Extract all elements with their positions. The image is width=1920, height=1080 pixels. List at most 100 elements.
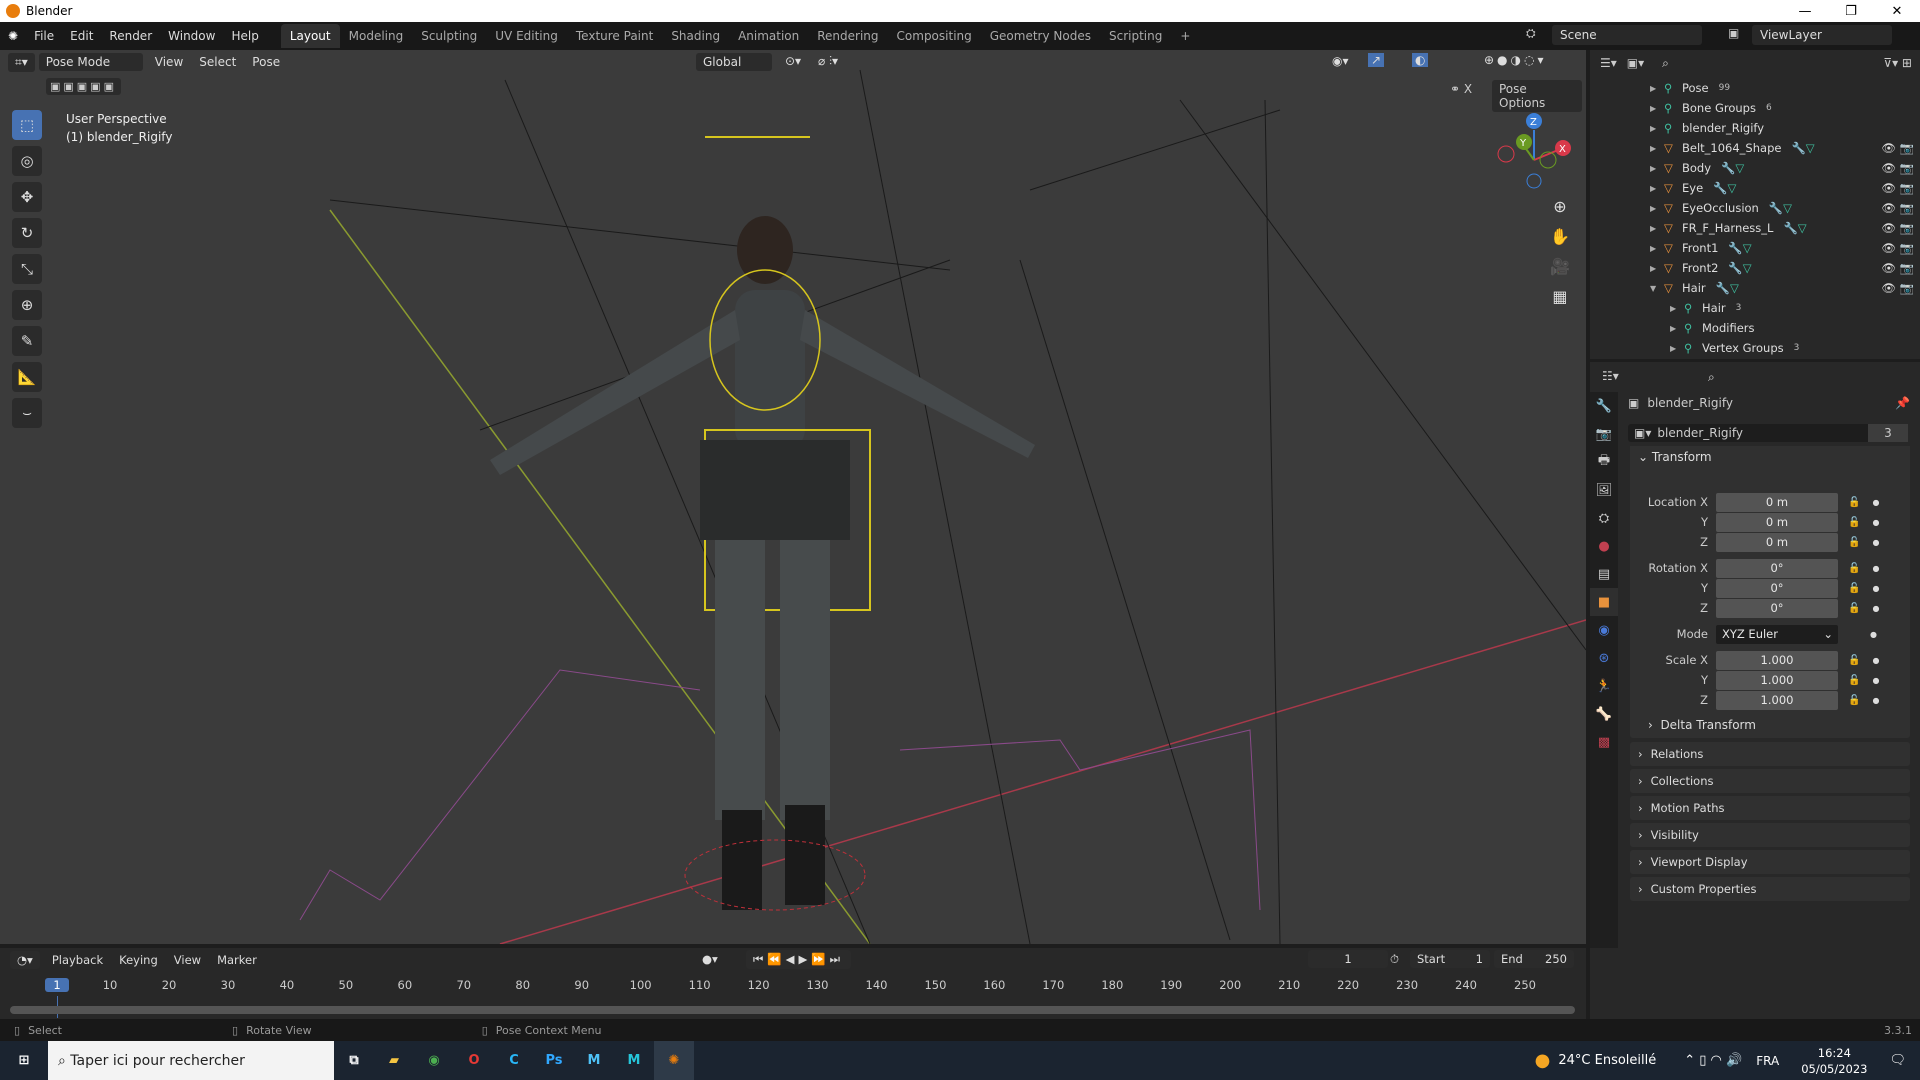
lock-icon[interactable]: 🔓	[1848, 537, 1860, 548]
file-explorer-icon[interactable]: ▰	[374, 1041, 414, 1080]
editor-type-button[interactable]: ⌗▾	[8, 52, 35, 72]
tray-icons[interactable]: ⌃ ▯ ◠ 🔊	[1684, 1053, 1742, 1068]
maximize-button[interactable]: ❐	[1828, 4, 1874, 19]
eye-icon[interactable]: 👁	[1881, 261, 1896, 275]
keyframe-dot[interactable]: ●	[1872, 584, 1879, 593]
scale-y-field[interactable]: 1.000	[1716, 670, 1838, 690]
outliner-item[interactable]: ▶ ⚲ Hair 3	[1650, 298, 1920, 318]
expand-arrow-icon[interactable]: ▶	[1650, 244, 1664, 253]
scale-x-field[interactable]: 1.000	[1716, 650, 1838, 670]
lock-icon[interactable]: 🔓	[1848, 497, 1860, 508]
stopwatch-icon[interactable]: ⏱	[1390, 952, 1399, 967]
bone-tab-icon[interactable]: 🦴	[1590, 700, 1618, 728]
tab-texture-paint[interactable]: Texture Paint	[567, 24, 662, 48]
view-layer-icon[interactable]: ▣	[1728, 26, 1739, 40]
expand-arrow-icon[interactable]: ▶	[1650, 124, 1664, 133]
view-layer-field[interactable]: ViewLayer	[1752, 25, 1892, 45]
outliner-item[interactable]: ▼ ▽ Hair 🔧▽ 👁 📷	[1650, 278, 1920, 298]
tab-animation[interactable]: Animation	[729, 24, 808, 48]
eye-icon[interactable]: 👁	[1881, 281, 1896, 295]
menu-keying[interactable]: Keying	[111, 953, 166, 967]
ccleaner-icon[interactable]: C	[494, 1041, 534, 1080]
outliner-item[interactable]: ▶ ⚲ Vertex Groups 3	[1650, 338, 1920, 358]
tab-compositing[interactable]: Compositing	[888, 24, 981, 48]
render-tab-icon[interactable]: 📷	[1590, 420, 1618, 448]
minimize-button[interactable]: —	[1782, 4, 1828, 19]
properties-search-input[interactable]: ⌕	[1700, 367, 1810, 388]
start-frame-field[interactable]: Start 1	[1410, 950, 1490, 968]
expand-arrow-icon[interactable]: ▶	[1650, 144, 1664, 153]
expand-arrow-icon[interactable]: ▶	[1650, 264, 1664, 273]
world-tab-icon[interactable]: ●	[1590, 532, 1618, 560]
keyframe-dot[interactable]: ●	[1872, 656, 1879, 665]
gizmo-toggle-icon[interactable]: ↗	[1368, 53, 1385, 67]
eye-icon[interactable]: 👁	[1881, 221, 1896, 235]
pin-icon[interactable]: 📌	[1895, 396, 1910, 410]
auto-keying-toggle[interactable]: ●▾	[702, 952, 718, 966]
overlay-toggle-icon[interactable]: ◐	[1412, 53, 1429, 67]
cursor-tool-icon[interactable]: ◎	[12, 146, 42, 176]
modifier-icons[interactable]: 🔧▽	[1721, 161, 1744, 175]
texture-tab-icon[interactable]: ▩	[1590, 728, 1618, 756]
taskbar-search-input[interactable]: ⌕ Taper ici pour rechercher	[48, 1041, 334, 1080]
rotation-x-field[interactable]: 0°	[1716, 558, 1838, 578]
collapse-arrow-icon[interactable]: ▼	[1650, 284, 1664, 293]
panel-viewport-display[interactable]: › Viewport Display	[1630, 850, 1910, 874]
menu-help[interactable]: Help	[223, 29, 266, 43]
modifier-icons[interactable]: 🔧▽	[1716, 281, 1739, 295]
expand-arrow-icon[interactable]: ▶	[1650, 224, 1664, 233]
menu-view[interactable]: View	[147, 55, 191, 69]
keyframe-dot[interactable]: ●	[1872, 538, 1879, 547]
camera-icon[interactable]: 📷	[1900, 201, 1914, 215]
expand-arrow-icon[interactable]: ▶	[1650, 84, 1664, 93]
location-x-field[interactable]: 0 m	[1716, 492, 1838, 512]
playhead[interactable]: 1	[45, 978, 69, 992]
add-workspace-button[interactable]: +	[1171, 24, 1199, 48]
keyframe-dot[interactable]: ●	[1872, 604, 1879, 613]
tab-sculpting[interactable]: Sculpting	[412, 24, 486, 48]
display-mode-icon[interactable]: ☰▾	[1600, 56, 1617, 70]
eye-icon[interactable]: 👁	[1881, 141, 1896, 155]
collection-tab-icon[interactable]: ▤	[1590, 560, 1618, 588]
physics-tab-icon[interactable]: ◉	[1590, 616, 1618, 644]
playback-controls[interactable]: ⏮⏪◀▶⏩⏭	[746, 950, 852, 969]
app-m2-icon[interactable]: M	[614, 1041, 654, 1080]
end-frame-field[interactable]: End 250	[1494, 950, 1574, 968]
transform-panel-header[interactable]: ⌄ Transform	[1638, 450, 1712, 464]
object-name-field[interactable]: blender_Rigify	[1657, 426, 1868, 440]
frame-ruler[interactable]: 1 10 20 30 40 50 60 70 80 90 100 110 120 130 140 150 160…	[0, 976, 1586, 1018]
measure-tool-icon[interactable]: 📐	[12, 362, 42, 392]
rotate-tool-icon[interactable]: ↻	[12, 218, 42, 248]
camera-icon[interactable]: 📷	[1900, 161, 1914, 175]
annotate-tool-icon[interactable]: ✎	[12, 326, 42, 356]
opera-icon[interactable]: O	[454, 1041, 494, 1080]
rotation-y-field[interactable]: 0°	[1716, 578, 1838, 598]
outliner-item[interactable]: ▶ ⚲ Modifiers	[1650, 318, 1920, 338]
lock-icon[interactable]: 🔓	[1848, 517, 1860, 528]
eye-icon[interactable]: 👁	[1881, 201, 1896, 215]
mode-dropdown[interactable]: Pose Mode	[38, 53, 143, 71]
armature-data-tab-icon[interactable]: 🏃	[1590, 672, 1618, 700]
clock[interactable]: 16:24 05/05/2023	[1801, 1045, 1867, 1077]
expand-arrow-icon[interactable]: ▶	[1650, 184, 1664, 193]
task-view-icon[interactable]: ⧉	[334, 1041, 374, 1080]
eye-icon[interactable]: 👁	[1881, 241, 1896, 255]
output-tab-icon[interactable]: 🖶	[1590, 448, 1618, 476]
photoshop-icon[interactable]: Ps	[534, 1041, 574, 1080]
location-z-field[interactable]: 0 m	[1716, 532, 1838, 552]
outliner-item[interactable]: ▶ ▽ Eye 🔧▽ 👁 📷	[1650, 178, 1920, 198]
tab-shading[interactable]: Shading	[662, 24, 729, 48]
camera-icon[interactable]: 📷	[1900, 281, 1914, 295]
modifier-icons[interactable]: 🔧▽	[1769, 201, 1792, 215]
tab-scripting[interactable]: Scripting	[1100, 24, 1171, 48]
app-m-icon[interactable]: M	[574, 1041, 614, 1080]
menu-edit[interactable]: Edit	[62, 29, 101, 43]
outliner-item[interactable]: ▶ ⚲ Pose 99	[1650, 78, 1920, 98]
menu-marker[interactable]: Marker	[209, 953, 265, 967]
modifier-icons[interactable]: 🔧▽	[1783, 221, 1806, 235]
object-browse-icon[interactable]: ▣▾	[1628, 426, 1657, 440]
menu-select[interactable]: Select	[191, 55, 244, 69]
object-tab-icon[interactable]: ■	[1590, 588, 1618, 616]
camera-icon[interactable]: 📷	[1900, 221, 1914, 235]
menu-view[interactable]: View	[166, 953, 209, 967]
